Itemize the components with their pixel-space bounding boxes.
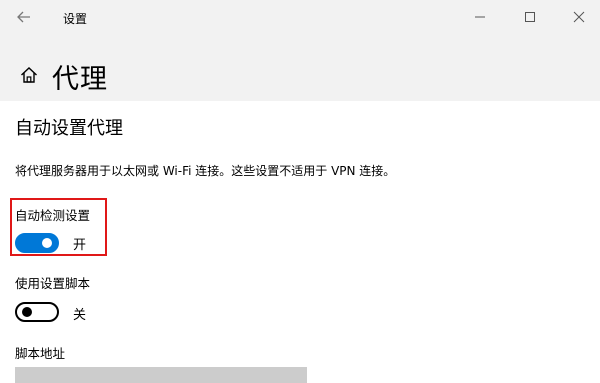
window-title: 设置 bbox=[63, 12, 88, 26]
maximize-button[interactable] bbox=[517, 4, 543, 30]
close-icon bbox=[573, 11, 585, 23]
setup-script-toggle[interactable] bbox=[15, 302, 59, 322]
setup-script-state: 关 bbox=[73, 308, 87, 323]
maximize-icon bbox=[525, 12, 535, 22]
setup-script-label: 使用设置脚本 bbox=[15, 276, 91, 291]
close-button[interactable] bbox=[566, 4, 592, 30]
page-title: 代理 bbox=[52, 64, 108, 95]
back-button[interactable] bbox=[12, 6, 36, 28]
toggle-knob bbox=[22, 307, 32, 317]
script-address-input[interactable] bbox=[15, 367, 307, 383]
section-description: 将代理服务器用于以太网或 Wi-Fi 连接。这些设置不适用于 VPN 连接。 bbox=[15, 164, 396, 178]
minimize-button[interactable] bbox=[467, 4, 493, 30]
home-icon[interactable] bbox=[19, 65, 39, 85]
highlight-annotation bbox=[10, 198, 107, 256]
arrow-left-icon bbox=[17, 11, 30, 23]
script-address-label: 脚本地址 bbox=[15, 346, 66, 361]
title-bar: 设置 bbox=[0, 0, 600, 36]
minimize-icon bbox=[475, 16, 485, 18]
section-title: 自动设置代理 bbox=[15, 118, 123, 139]
